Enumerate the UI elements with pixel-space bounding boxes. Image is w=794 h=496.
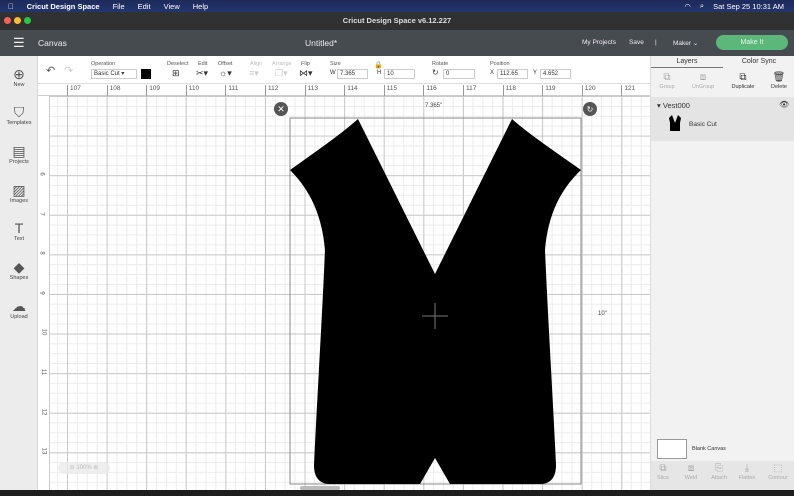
trash-icon: 🗑 xyxy=(772,72,786,83)
layer-group-title: ▾ Vest000 xyxy=(657,101,690,110)
horizontal-scrollbar[interactable] xyxy=(300,486,340,490)
vest-shape[interactable] xyxy=(290,119,581,484)
group-label: Group xyxy=(659,84,675,90)
zoom-in-button[interactable]: ⊕ xyxy=(93,465,98,471)
duplicate-label: Duplicate xyxy=(731,84,755,90)
duplicate-icon: ⧉ xyxy=(739,72,747,83)
bottom-actions: ⧉ Slice ⧈ Weld ⎘ Attach ⤓ Flatten ⬚ Contour xyxy=(651,461,794,490)
zoom-out-button[interactable]: ⊖ xyxy=(70,465,75,471)
weld-label: Weld xyxy=(684,475,698,481)
delete-button[interactable]: 🗑 Delete xyxy=(761,72,794,90)
contour-icon: ⬚ xyxy=(773,463,783,474)
delete-label: Delete xyxy=(771,84,787,90)
vest-thumbnail xyxy=(669,115,681,131)
slice-button[interactable]: ⧉ Slice xyxy=(648,463,678,481)
slice-icon: ⧉ xyxy=(659,463,667,474)
svg-text:↻: ↻ xyxy=(587,105,594,114)
zoom-level: 100% xyxy=(76,465,92,471)
weld-icon: ⧈ xyxy=(687,463,695,474)
group-icon: ⧉ xyxy=(663,72,671,83)
ungroup-icon: ⧈ xyxy=(699,72,707,83)
flatten-label: Flatten xyxy=(738,475,756,481)
contour-label: Contour xyxy=(768,475,788,481)
slice-label: Slice xyxy=(657,475,669,481)
height-dimension-label: 10" xyxy=(598,311,607,317)
tab-layers[interactable]: Layers xyxy=(651,56,723,68)
duplicate-button[interactable]: ⧉ Duplicate xyxy=(725,72,761,90)
flatten-icon: ⤓ xyxy=(744,463,750,474)
attach-label: Attach xyxy=(711,475,727,481)
blank-canvas-label: Blank Canvas xyxy=(692,446,726,452)
paperclip-icon: ⎘ xyxy=(715,463,723,474)
ungroup-label: UnGroup xyxy=(691,84,715,90)
layers-panel: Layers Color Sync ⧉ Group ⧈ UnGroup ⧉ Dupli… xyxy=(650,56,794,490)
width-dimension-label: 7.365" xyxy=(425,103,443,109)
attach-button[interactable]: ⎘ Attach xyxy=(704,463,734,481)
layer-item-label[interactable]: Basic Cut xyxy=(689,121,717,128)
group-button[interactable]: ⧉ Group xyxy=(649,72,685,90)
flatten-button[interactable]: ⤓ Flatten xyxy=(732,463,762,481)
zoom-control: ⊖ 100% ⊕ xyxy=(58,462,110,474)
blank-canvas-swatch[interactable] xyxy=(657,439,687,459)
weld-button[interactable]: ⧈ Weld xyxy=(676,463,706,481)
eye-icon[interactable]: 👁 xyxy=(779,100,789,109)
tab-color-sync[interactable]: Color Sync xyxy=(723,56,794,68)
layer-group[interactable]: ▾ Vest000 👁 Basic Cut xyxy=(651,97,794,141)
ungroup-button[interactable]: ⧈ UnGroup xyxy=(685,72,721,90)
svg-text:✕: ✕ xyxy=(277,105,285,115)
contour-button[interactable]: ⬚ Contour xyxy=(763,463,793,481)
layer-group-name: Vest000 xyxy=(662,101,690,110)
